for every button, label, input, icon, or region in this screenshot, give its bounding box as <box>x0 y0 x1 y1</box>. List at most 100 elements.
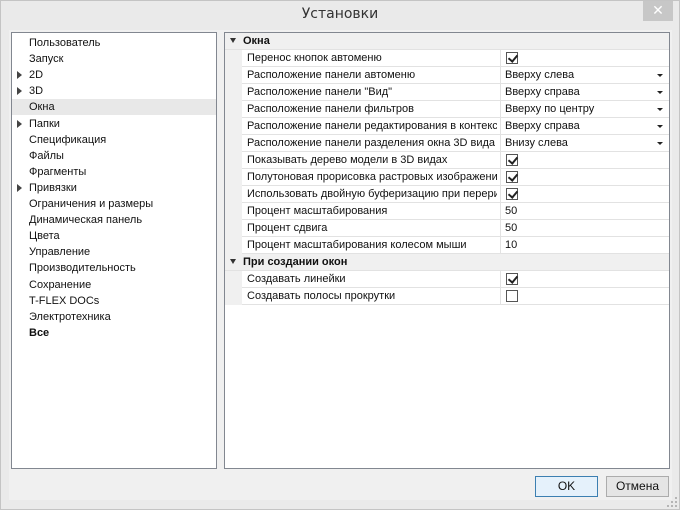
property-checkbox[interactable] <box>506 290 518 302</box>
column-divider[interactable] <box>500 118 501 135</box>
tree-item-label: 2D <box>29 69 44 82</box>
group-label: Окна <box>243 35 270 47</box>
dropdown-arrow-icon[interactable] <box>657 142 663 145</box>
property-checkbox[interactable] <box>506 188 518 200</box>
row-gutter <box>225 203 242 220</box>
property-row[interactable]: Создавать полосы прокрутки <box>225 288 669 305</box>
expand-arrow-icon[interactable] <box>17 71 22 80</box>
expand-arrow-icon[interactable] <box>17 119 22 128</box>
property-row[interactable]: Расположение панели разделения окна 3D в… <box>225 135 669 152</box>
collapse-arrow-icon[interactable] <box>230 38 236 43</box>
property-row[interactable]: Расположение панели редактирования в кон… <box>225 118 669 135</box>
title-bar[interactable]: Установки ✕ <box>1 1 679 29</box>
dropdown-arrow-icon[interactable] <box>657 91 663 94</box>
row-gutter <box>225 50 242 67</box>
column-divider[interactable] <box>500 169 501 186</box>
property-row[interactable]: Процент масштабирования 50 <box>225 203 669 220</box>
property-row[interactable]: Расположение панели "Вид" Вверху справа <box>225 84 669 101</box>
property-row[interactable]: Создавать линейки <box>225 271 669 288</box>
property-row[interactable]: Полутоновая прорисовка растровых изображ… <box>225 169 669 186</box>
property-name: Процент масштабирования колесом мыши <box>247 239 467 251</box>
tree-item-label: Сохранение <box>29 278 92 291</box>
dropdown-arrow-icon[interactable] <box>657 125 663 128</box>
tree-item[interactable]: Фрагменты <box>12 164 216 180</box>
property-name: Расположение панели разделения окна 3D в… <box>247 137 496 149</box>
property-row[interactable]: Расположение панели автоменю Вверху слева <box>225 67 669 84</box>
tree-item[interactable]: Папки <box>12 116 216 132</box>
column-divider[interactable] <box>500 135 501 152</box>
property-dropdown-value[interactable]: Вверху справа <box>505 120 580 132</box>
tree-item[interactable]: T-FLEX DOCs <box>12 293 216 309</box>
column-divider[interactable] <box>500 67 501 84</box>
tree-item[interactable]: Все <box>12 325 216 341</box>
column-divider[interactable] <box>500 203 501 220</box>
tree-item[interactable]: Окна <box>12 99 216 116</box>
column-divider[interactable] <box>500 220 501 237</box>
collapse-arrow-icon[interactable] <box>230 259 236 264</box>
property-text-value[interactable]: 50 <box>505 222 517 234</box>
tree-item[interactable]: Динамическая панель <box>12 212 216 228</box>
property-text-value[interactable]: 50 <box>505 205 517 217</box>
property-dropdown-value[interactable]: Вверху слева <box>505 69 574 81</box>
property-checkbox[interactable] <box>506 171 518 183</box>
dropdown-arrow-icon[interactable] <box>657 74 663 77</box>
property-name: Создавать линейки <box>247 273 346 285</box>
property-checkbox[interactable] <box>506 52 518 64</box>
resize-grip-icon[interactable] <box>667 497 677 507</box>
column-divider[interactable] <box>500 271 501 288</box>
settings-category-tree[interactable]: Пользователь Запуск 2D 3D Окна Папки Специфика… <box>11 32 217 469</box>
column-divider[interactable] <box>500 84 501 101</box>
column-divider[interactable] <box>500 50 501 67</box>
tree-item[interactable]: Пользователь <box>12 35 216 51</box>
row-gutter <box>225 67 242 84</box>
row-gutter <box>225 152 242 169</box>
column-divider[interactable] <box>500 101 501 118</box>
column-divider[interactable] <box>500 152 501 169</box>
ok-button[interactable]: OK <box>535 476 598 497</box>
tree-item[interactable]: Ограничения и размеры <box>12 196 216 212</box>
tree-item[interactable]: Электротехника <box>12 309 216 325</box>
tree-item[interactable]: Управление <box>12 244 216 260</box>
row-gutter <box>225 84 242 101</box>
dialog-body: Пользователь Запуск 2D 3D Окна Папки Специфика… <box>9 30 672 500</box>
property-row[interactable]: Процент масштабирования колесом мыши 10 <box>225 237 669 254</box>
row-gutter <box>225 288 242 305</box>
tree-item[interactable]: Привязки <box>12 180 216 196</box>
property-dropdown-value[interactable]: Вверху справа <box>505 86 580 98</box>
property-row[interactable]: Показывать дерево модели в 3D видах <box>225 152 669 169</box>
property-grid[interactable]: Окна Перенос кнопок автоменю Расположение … <box>224 32 670 469</box>
property-checkbox[interactable] <box>506 154 518 166</box>
tree-item[interactable]: 3D <box>12 83 216 99</box>
row-gutter <box>225 220 242 237</box>
tree-item[interactable]: Спецификация <box>12 132 216 148</box>
column-divider[interactable] <box>500 288 501 305</box>
row-gutter <box>225 135 242 152</box>
tree-item[interactable]: Запуск <box>12 51 216 67</box>
tree-item[interactable]: Файлы <box>12 148 216 164</box>
property-text-value[interactable]: 10 <box>505 239 517 251</box>
property-dropdown-value[interactable]: Внизу слева <box>505 137 568 149</box>
expand-arrow-icon[interactable] <box>17 87 22 96</box>
property-checkbox[interactable] <box>506 273 518 285</box>
tree-item[interactable]: Цвета <box>12 228 216 244</box>
tree-item[interactable]: Производительность <box>12 260 216 276</box>
property-group-header[interactable]: Окна <box>225 33 669 50</box>
property-group-header[interactable]: При создании окон <box>225 254 669 271</box>
expand-arrow-icon[interactable] <box>17 183 22 192</box>
property-dropdown-value[interactable]: Вверху по центру <box>505 103 594 115</box>
tree-item[interactable]: 2D <box>12 67 216 83</box>
tree-item-label: Динамическая панель <box>29 214 143 227</box>
property-name: Перенос кнопок автоменю <box>247 52 382 64</box>
property-row[interactable]: Перенос кнопок автоменю <box>225 50 669 67</box>
column-divider[interactable] <box>500 186 501 203</box>
property-row[interactable]: Использовать двойную буферизацию при пер… <box>225 186 669 203</box>
cancel-button[interactable]: Отмена <box>606 476 669 497</box>
close-button[interactable]: ✕ <box>643 1 673 21</box>
column-divider[interactable] <box>500 237 501 254</box>
tree-item[interactable]: Сохранение <box>12 277 216 293</box>
property-name: Процент сдвига <box>247 222 328 234</box>
dropdown-arrow-icon[interactable] <box>657 108 663 111</box>
property-row[interactable]: Расположение панели фильтров Вверху по це… <box>225 101 669 118</box>
property-name: Расположение панели фильтров <box>247 103 414 115</box>
property-row[interactable]: Процент сдвига 50 <box>225 220 669 237</box>
